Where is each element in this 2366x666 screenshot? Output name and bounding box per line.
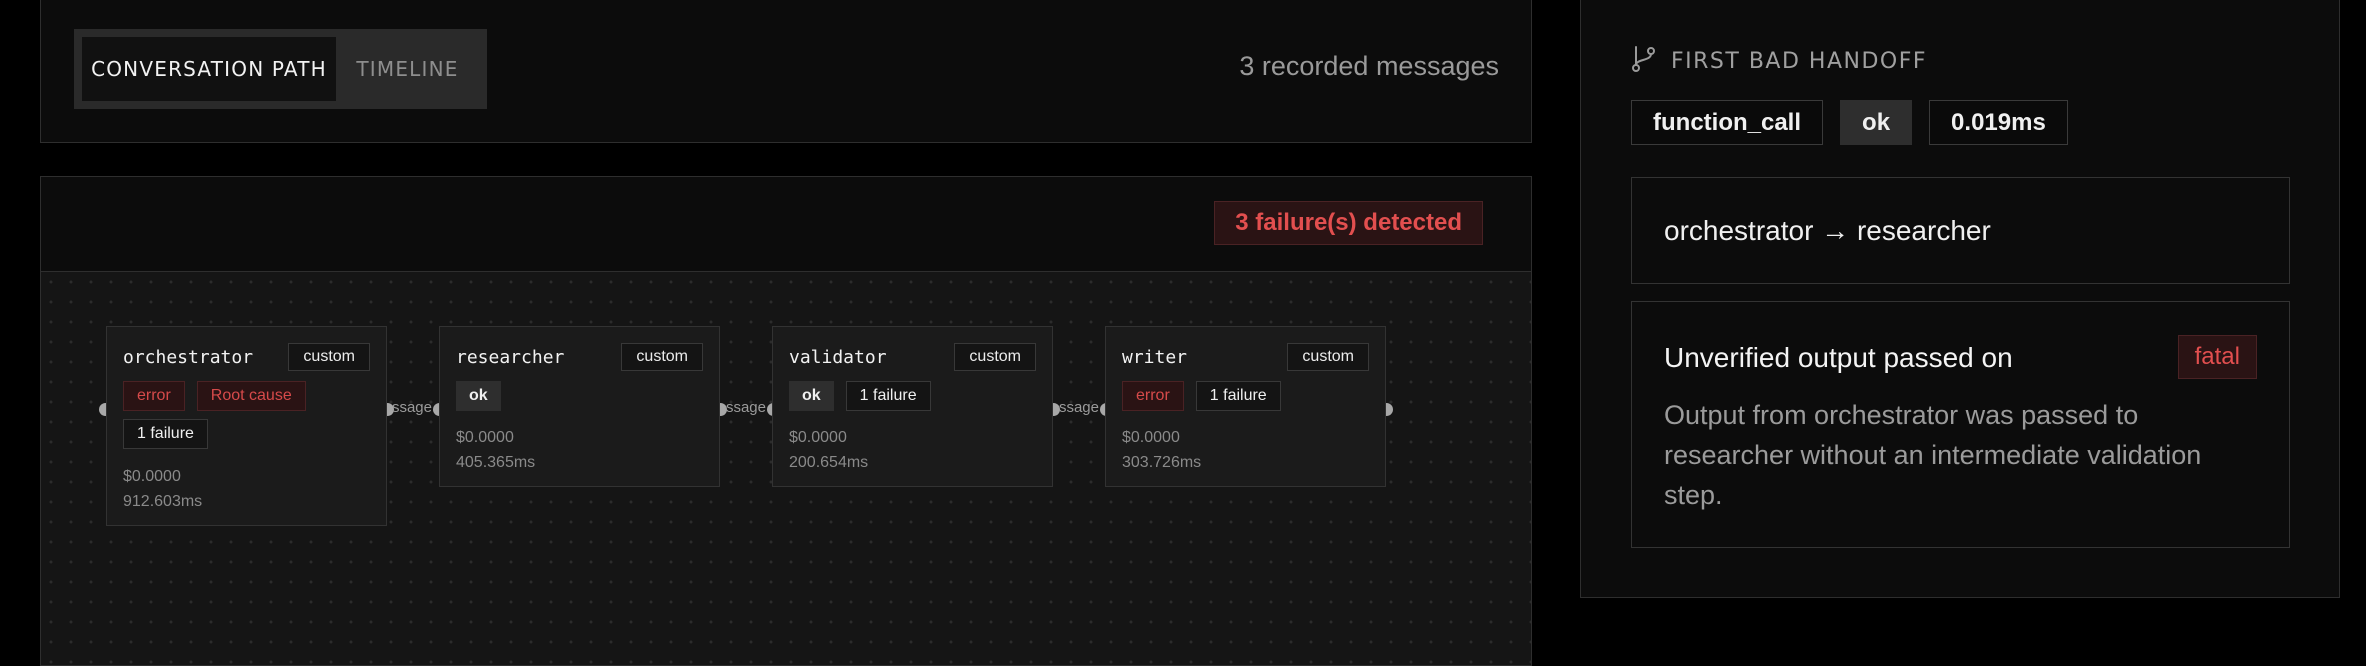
node-duration: 303.726ms (1122, 454, 1202, 471)
node-type-badge: custom (288, 343, 370, 371)
tab-timeline[interactable]: TIMELINE (336, 37, 479, 101)
handoff-latency-badge: 0.019ms (1929, 100, 2068, 145)
node-name: orchestrator (123, 347, 254, 368)
issue-title: Unverified output passed on (1664, 342, 2013, 373)
message-count: 3 recorded messages (1239, 51, 1499, 81)
agent-node-validator[interactable]: validator custom ok 1 failure $0.0000 20… (772, 326, 1053, 487)
status-badge: ok (789, 381, 834, 411)
status-badge: error (1122, 381, 1184, 411)
edge-label: message (725, 399, 766, 416)
node-name: researcher (456, 347, 565, 368)
node-name: validator (789, 347, 887, 368)
agent-node-writer[interactable]: writer custom error 1 failure $0.0000 30… (1105, 326, 1386, 487)
graph-panel: 3 failure(s) detected message message me… (40, 176, 1532, 666)
agent-node-orchestrator[interactable]: orchestrator custom error Root cause 1 f… (106, 326, 387, 526)
tab-conversation-path[interactable]: CONVERSATION PATH (82, 37, 336, 101)
edge-label: message (392, 399, 432, 416)
node-name: writer (1122, 347, 1188, 368)
node-duration: 912.603ms (123, 493, 203, 510)
node-cost: $0.0000 (456, 429, 514, 446)
status-badge: ok (456, 381, 501, 411)
failure-count-badge: 1 failure (845, 381, 931, 411)
issue-description: Output from orchestrator was passed to r… (1664, 400, 2202, 510)
handoff-panel: FIRST BAD HANDOFF function_call ok 0.019… (1580, 0, 2340, 598)
failure-count-badge: 1 failure (1195, 381, 1281, 411)
severity-badge: fatal (2177, 335, 2257, 379)
graph-header: 3 failure(s) detected (41, 177, 1531, 272)
view-tabs: CONVERSATION PATH TIMELINE (74, 29, 487, 109)
node-duration: 405.365ms (456, 454, 536, 471)
node-duration: 200.654ms (789, 454, 869, 471)
status-badge: error (123, 381, 185, 411)
failure-count-badge: 1 failure (123, 419, 208, 449)
node-type-badge: custom (1287, 343, 1369, 371)
handoff-kind-badge: function_call (1631, 100, 1824, 145)
failures-badge: 3 failure(s) detected (1214, 201, 1483, 245)
node-cost: $0.0000 (789, 429, 847, 446)
node-cost: $0.0000 (123, 468, 181, 485)
git-branch-icon (1631, 45, 1657, 78)
handoff-status-badge: ok (1840, 100, 1913, 145)
root-cause-badge: Root cause (196, 381, 306, 411)
edge-label: message (1058, 399, 1099, 416)
issue-card: Unverified output passed on fatal Output… (1631, 301, 2290, 548)
handoff-route-text: orchestrator → researcher (1664, 214, 1991, 246)
handoff-route: orchestrator → researcher (1631, 177, 2290, 284)
node-cost: $0.0000 (1122, 429, 1180, 446)
handoff-title: FIRST BAD HANDOFF (1671, 49, 1928, 74)
node-type-badge: custom (621, 343, 703, 371)
view-header-panel: CONVERSATION PATH TIMELINE 3 recorded me… (40, 0, 1532, 143)
node-type-badge: custom (954, 343, 1036, 371)
agent-node-researcher[interactable]: researcher custom ok $0.0000 405.365ms (439, 326, 720, 487)
graph-canvas[interactable]: message message message orchestrator cus… (41, 272, 1531, 665)
